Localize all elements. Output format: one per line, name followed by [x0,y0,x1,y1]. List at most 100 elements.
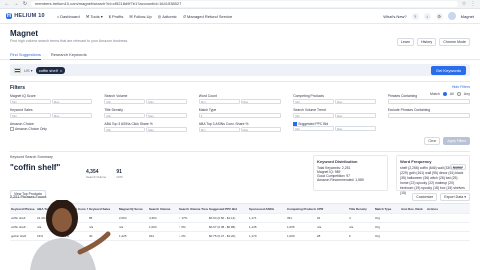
mode-tabs: Find Suggestions Research Keywords [0,52,480,60]
us-flag-icon [14,67,21,73]
max-input[interactable]: Max [240,127,282,132]
max-input[interactable]: Max [334,126,376,131]
min-input[interactable]: Min [293,99,334,104]
hide-filters-link[interactable]: Hide Filters [452,85,470,89]
min-input[interactable]: Min [104,127,146,132]
match-all-radio[interactable] [442,92,447,96]
max-input[interactable]: Max [334,99,376,104]
page-title: Magnet [10,29,38,38]
star-icon[interactable]: ☆ [461,1,467,7]
word-frequency-list: shelf (2,256) coffin (646) wall (336) go… [400,166,465,195]
browser-url-bar: ← → ↻ members.helium10.com/magnet/search… [0,0,480,9]
helium10-logo[interactable]: H HELIUM 10 [6,13,45,19]
clear-filters-button[interactable]: Clear [424,137,441,145]
get-keywords-button[interactable]: Get Keywords [430,65,466,75]
filter-competing-products: Competing Products Min Max [293,94,376,104]
exclude-input[interactable] [387,113,470,118]
min-input[interactable]: Min [293,126,334,131]
apply-filters-button[interactable]: Apply Filters [443,137,470,145]
filter-amazon-choice: Amazon Choice Amazon Choice Only [10,122,47,131]
stat-cpr: 91 CPR [116,169,123,179]
column-header[interactable]: CPR [316,207,348,211]
filter-aba-conv-share: ABA Top 3 ASINs Conv. Share % Min Max [198,122,282,132]
nav-item-refund[interactable]: ↺ Managed Refund Service [183,14,233,19]
column-header[interactable]: Title Density [348,207,374,211]
min-input[interactable]: Min [198,99,240,104]
column-header[interactable]: Amz Rec. Rank [400,207,426,211]
phrases-input[interactable] [387,99,470,104]
results-count: 2,251 Phrases Found [10,195,47,199]
min-input[interactable]: Min [104,99,146,104]
avatar[interactable] [447,12,456,20]
column-header[interactable]: Actions [426,207,446,211]
forward-icon[interactable]: → [13,1,19,7]
filter-keyword-sales: Keyword Sales Min Max [10,108,93,118]
close-icon[interactable]: × [60,68,62,73]
max-input[interactable]: Max [146,127,187,132]
nav-item-profits[interactable]: $ Profits [109,14,124,19]
chrome-mode-button[interactable]: Chrome Mode [439,38,470,46]
notification-icon[interactable]: ♪ [423,12,431,20]
ads-icon: ◎ [157,13,162,19]
match-any-radio[interactable] [456,92,461,96]
presenter-video-overlay [30,200,111,270]
min-input[interactable]: Min [104,113,146,118]
filter-empty [388,122,470,132]
address-input[interactable]: members.helium10.com/magnet/search?id=cf… [31,1,458,7]
column-header[interactable]: Sponsored ASINs [248,207,286,211]
column-header[interactable]: Suggested PPC Bid [208,207,248,211]
learn-button[interactable]: Learn [396,38,415,46]
max-input[interactable]: Max [146,99,187,104]
min-input[interactable]: Min [10,99,51,104]
expand-button[interactable]: Expand [449,164,466,170]
max-input[interactable]: Max [51,113,93,118]
nav-item-follow-up[interactable]: ✉ Follow-Up [129,14,151,19]
filter-magnet-iq: Magnet IQ Score Min Max [10,94,93,104]
filter-actions: Clear Apply Filters [424,137,470,145]
summary-stats: 4,354 Search Volume 91 CPR [86,169,381,179]
amazon-choice-checkbox[interactable] [10,127,14,131]
word-frequency: Word Frequency Expand shelf (2,256) coff… [396,155,470,195]
reload-icon[interactable]: ↻ [22,1,28,7]
whats-new-link[interactable]: What's New? [383,14,406,19]
filter-grid: Magnet IQ Score Min Max Search Volume Min Ma… [10,94,470,132]
max-input[interactable]: Max [146,113,187,118]
max-input[interactable]: Max [334,113,376,118]
keyword-chip[interactable]: coffin shelf × [35,66,66,74]
match-toggle: Match All Any [430,92,470,96]
column-header[interactable]: Match Type [374,207,400,211]
stat-search-volume: 4,354 Search Volume [86,169,107,179]
column-header[interactable]: Competing Products [286,207,316,211]
column-header[interactable]: Search Volume Trend [178,207,208,211]
nav-item-adtomic[interactable]: ◎ Adtomic [158,14,177,19]
max-input[interactable]: Max [51,99,93,104]
marketplace-select[interactable]: US ▾ [24,68,33,73]
tab-research-keywords[interactable]: Research Keywords [51,52,87,60]
filter-search-volume: Search Volume Min Max [104,94,187,104]
column-header[interactable]: Search Volume [148,207,178,211]
keyword-summary: Keyword Search Summary "coffin shelf" 4,… [10,151,470,198]
tab-find-suggestions[interactable]: Find Suggestions [10,52,41,60]
back-icon[interactable]: ← [4,1,10,7]
menu-icon[interactable]: ⋮ [470,1,476,7]
max-input[interactable]: Max [240,99,282,104]
summary-label: Keyword Search Summary [10,155,53,159]
min-input[interactable]: Min [293,113,334,118]
match-type-select[interactable]: ▾ [198,113,282,118]
min-input[interactable]: Min [10,113,51,118]
min-input[interactable]: Min [198,127,240,132]
filter-suggested-ppc-bid: Suggested PPC Bid Min Max [293,122,376,132]
header-buttons: Learn History Chrome Mode [396,38,470,46]
nav-item-dashboard[interactable]: ⌂ Dashboard [57,14,80,19]
filter-search-volume-trend: Search Volume Trend Min Max [293,108,376,118]
help-icon[interactable]: ? [411,12,419,20]
nav-item-tools[interactable]: ⚒ Tools ▾ [86,14,103,19]
profits-icon: $ [108,13,112,19]
history-button[interactable]: History [417,38,437,46]
top-nav: H HELIUM 10 ⌂ Dashboard ⚒ Tools ▾ $ Profits … [0,9,480,24]
settings-icon[interactable]: ⚙ [435,12,443,20]
column-header[interactable]: Magnet IQ Score [118,207,148,211]
tools-icon: ⚒ [85,13,90,19]
filter-title-density: Title Density Min Max [104,108,187,118]
user-menu[interactable]: Magnet [461,14,474,19]
